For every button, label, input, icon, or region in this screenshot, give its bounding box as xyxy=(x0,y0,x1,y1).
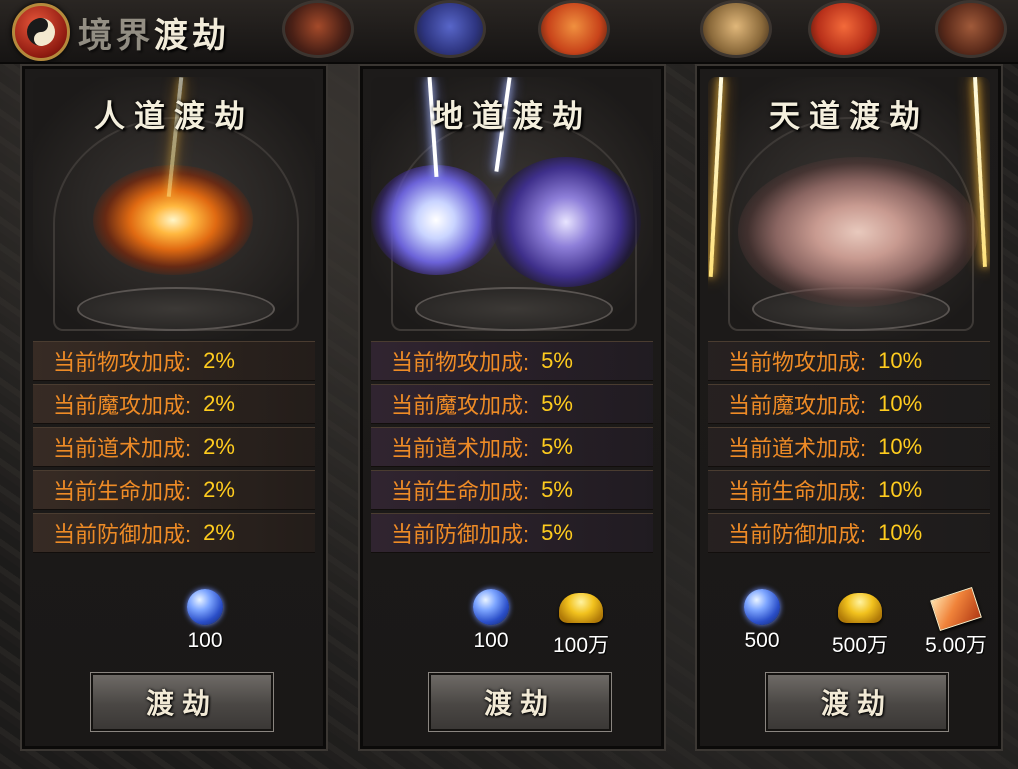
stats-list: 当前物攻加成: 5% 当前魔攻加成: 5% 当前道术加成: 5% 当前生命加成: 5% … xyxy=(371,341,653,556)
crystal-icon xyxy=(473,589,509,625)
gold-ingot-icon xyxy=(838,593,882,623)
stats-list: 当前物攻加成: 10% 当前魔攻加成: 10% 当前道术加成: 10% 当前生命加成:… xyxy=(708,341,990,556)
statue-icon[interactable] xyxy=(700,0,772,58)
panel-title: 地道渡劫 xyxy=(432,99,592,135)
stat-label: 当前物攻加成: xyxy=(728,350,867,375)
stat-label: 当前道术加成: xyxy=(728,436,867,461)
cost-item: 5.00万 xyxy=(916,586,996,659)
cost-amount: 100万 xyxy=(552,634,610,657)
stat-row: 当前魔攻加成: 2% xyxy=(33,384,315,424)
stat-label: 当前防御加成: xyxy=(728,522,867,547)
stat-label: 当前防御加成: xyxy=(391,522,530,547)
stat-value: 10% xyxy=(878,434,923,459)
cost-item: 100 xyxy=(165,589,245,659)
token-icon[interactable] xyxy=(808,0,880,58)
stat-row: 当前生命加成: 5% xyxy=(371,470,653,510)
stat-row: 当前魔攻加成: 5% xyxy=(371,384,653,424)
window-title: 境界渡劫 xyxy=(78,8,230,57)
dark-item-icon-2[interactable] xyxy=(935,0,1007,58)
stat-label: 当前道术加成: xyxy=(53,436,192,461)
swirl-seal-effect xyxy=(738,157,978,307)
crystal-icon xyxy=(187,589,223,625)
cost-amount: 100 xyxy=(187,629,223,652)
cost-amount: 5.00万 xyxy=(925,634,987,657)
panel-title: 天道渡劫 xyxy=(769,99,929,135)
stat-value: 2% xyxy=(203,391,235,416)
cost-amount: 100 xyxy=(473,629,509,652)
fire-burst-effect xyxy=(93,165,253,275)
stat-label: 当前防御加成: xyxy=(53,522,192,547)
crystal-icon xyxy=(744,589,780,625)
gold-ingot-icon xyxy=(559,593,603,623)
window-title-prefix: 境界 xyxy=(78,16,154,56)
stat-value: 2% xyxy=(203,434,235,459)
stat-row: 当前防御加成: 5% xyxy=(371,513,653,553)
tribulation-window: 境界渡劫 人道渡劫 当前物攻加成: 2% 当前魔攻加成: 2% 当前道术加成: 2% … xyxy=(0,0,1018,769)
stat-row: 当前防御加成: 10% xyxy=(708,513,990,553)
cost-item: 500 xyxy=(722,589,802,659)
panel-heaven-tribulation: 天道渡劫 当前物攻加成: 10% 当前魔攻加成: 10% 当前道术加成: 10% 当前… xyxy=(695,64,1003,751)
red-bag-icon[interactable] xyxy=(538,0,610,58)
yin-yang-icon[interactable] xyxy=(12,3,70,61)
tribulation-art: 地道渡劫 xyxy=(371,77,653,339)
stat-value: 5% xyxy=(541,434,573,459)
stat-row: 当前防御加成: 2% xyxy=(33,513,315,553)
tribulation-art: 人道渡劫 xyxy=(33,77,315,339)
stat-row: 当前生命加成: 2% xyxy=(33,470,315,510)
stat-row: 当前道术加成: 5% xyxy=(371,427,653,467)
stat-value: 2% xyxy=(203,477,235,502)
stat-value: 5% xyxy=(541,520,573,545)
panel-human-tribulation: 人道渡劫 当前物攻加成: 2% 当前魔攻加成: 2% 当前道术加成: 2% 当前生命加… xyxy=(20,64,328,751)
stat-value: 5% xyxy=(541,348,573,373)
panel-title: 人道渡劫 xyxy=(94,99,254,135)
stat-label: 当前魔攻加成: xyxy=(53,393,192,418)
stat-value: 10% xyxy=(878,391,923,416)
cost-amount: 500万 xyxy=(831,634,889,657)
blue-bag-icon[interactable] xyxy=(414,0,486,58)
stat-row: 当前道术加成: 10% xyxy=(708,427,990,467)
stat-label: 当前生命加成: xyxy=(728,479,867,504)
stat-value: 5% xyxy=(541,391,573,416)
stat-row: 当前物攻加成: 2% xyxy=(33,341,315,381)
cost-list: 100 100万 xyxy=(371,589,653,659)
stat-label: 当前生命加成: xyxy=(53,479,192,504)
stat-label: 当前物攻加成: xyxy=(53,350,192,375)
window-title-main: 渡劫 xyxy=(154,16,230,56)
cost-item: 100万 xyxy=(541,589,621,659)
stats-list: 当前物攻加成: 2% 当前魔攻加成: 2% 当前道术加成: 2% 当前生命加成: 2% … xyxy=(33,341,315,556)
cost-list: 500 500万 5.00万 xyxy=(708,586,990,659)
stat-value: 10% xyxy=(878,477,923,502)
dark-item-icon[interactable] xyxy=(282,0,354,58)
stat-row: 当前道术加成: 2% xyxy=(33,427,315,467)
lightning-orb-effect xyxy=(371,165,501,275)
stat-value: 2% xyxy=(203,520,235,545)
stat-label: 当前道术加成: xyxy=(391,436,530,461)
lightning-orb-effect-2 xyxy=(491,157,641,287)
tribulation-art: 天道渡劫 xyxy=(708,77,990,339)
cost-amount: 500 xyxy=(744,629,780,652)
altar-ring xyxy=(415,287,613,331)
red-ticket-icon xyxy=(930,586,982,632)
stat-label: 当前魔攻加成: xyxy=(728,393,867,418)
stat-value: 10% xyxy=(878,348,923,373)
stat-row: 当前生命加成: 10% xyxy=(708,470,990,510)
stat-row: 当前物攻加成: 10% xyxy=(708,341,990,381)
top-bar: 境界渡劫 xyxy=(0,0,1018,64)
stat-label: 当前魔攻加成: xyxy=(391,393,530,418)
stat-value: 10% xyxy=(878,520,923,545)
stat-value: 5% xyxy=(541,477,573,502)
panel-earth-tribulation: 地道渡劫 当前物攻加成: 5% 当前魔攻加成: 5% 当前道术加成: 5% 当前生命加… xyxy=(358,64,666,751)
cost-item: 100 xyxy=(451,589,531,659)
stat-label: 当前生命加成: xyxy=(391,479,530,504)
stat-row: 当前物攻加成: 5% xyxy=(371,341,653,381)
tribulation-button[interactable]: 渡劫 xyxy=(428,672,612,732)
cost-list: 100 xyxy=(33,589,315,659)
stat-label: 当前物攻加成: xyxy=(391,350,530,375)
tribulation-button[interactable]: 渡劫 xyxy=(90,672,274,732)
stat-row: 当前魔攻加成: 10% xyxy=(708,384,990,424)
tribulation-button[interactable]: 渡劫 xyxy=(765,672,949,732)
stat-value: 2% xyxy=(203,348,235,373)
cost-item: 500万 xyxy=(820,589,900,659)
altar-ring xyxy=(77,287,275,331)
